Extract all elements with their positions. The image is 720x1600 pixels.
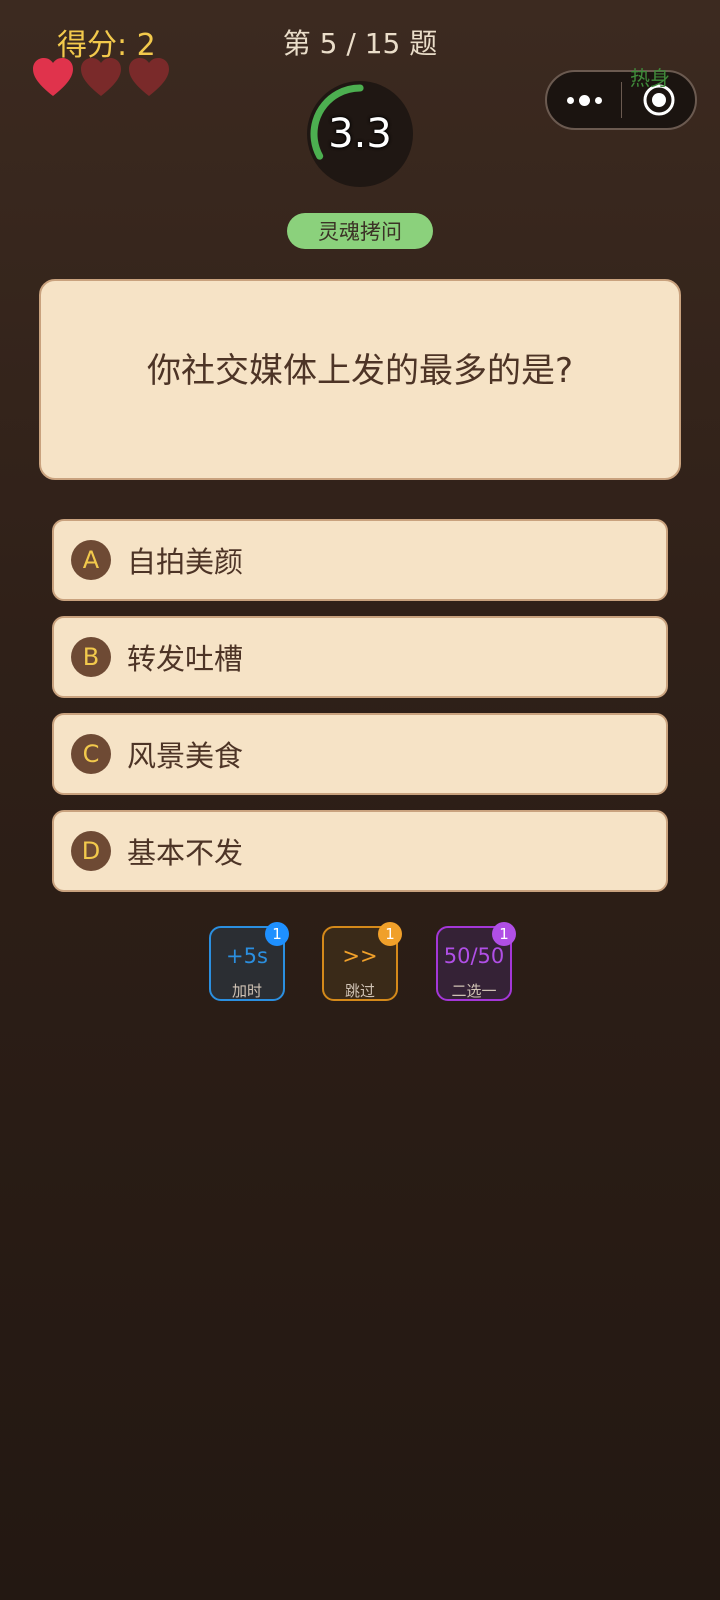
option-letter: C: [71, 734, 111, 774]
option-letter: A: [71, 540, 111, 580]
option-letter: B: [71, 637, 111, 677]
powerup-add-time-button[interactable]: +5s 加时 1: [209, 922, 289, 1001]
powerup-main: +5s: [226, 944, 268, 968]
powerup-count-badge: 1: [378, 922, 402, 946]
category-badge: 灵魂拷问: [287, 213, 433, 249]
heart-icon: [127, 56, 171, 98]
option-letter: D: [71, 831, 111, 871]
option-d[interactable]: D 基本不发: [52, 810, 668, 892]
more-dots-icon: [566, 96, 574, 104]
powerups-bar: +5s 加时 1 >> 跳过 1 50/50 二选一 1: [0, 922, 720, 1006]
question-card: 你社交媒体上发的最多的是?: [39, 279, 681, 480]
lives-hearts: [31, 56, 171, 98]
answer-options: A 自拍美颜 B 转发吐槽 C 风景美食 D 基本不发: [52, 519, 668, 907]
question-progress: 第 5 / 15 题: [282, 27, 438, 60]
heart-icon: [79, 56, 123, 98]
powerup-sub: 跳过: [344, 982, 375, 1000]
option-label: 风景美食: [127, 739, 244, 773]
powerup-count-badge: 1: [265, 922, 289, 946]
countdown-timer: 3.3: [305, 79, 415, 189]
miniprogram-capsule: [545, 70, 697, 130]
powerup-sub: 加时: [231, 982, 262, 1000]
mode-tag: 热身: [630, 66, 670, 90]
powerup-fifty-fifty-button[interactable]: 50/50 二选一 1: [436, 922, 516, 1001]
more-menu-button[interactable]: [547, 72, 621, 128]
powerup-main: >>: [342, 944, 378, 968]
heart-icon: [31, 56, 75, 98]
option-c[interactable]: C 风景美食: [52, 713, 668, 795]
powerup-sub: 二选一: [451, 982, 497, 1000]
option-a[interactable]: A 自拍美颜: [52, 519, 668, 601]
question-text: 你社交媒体上发的最多的是?: [146, 351, 574, 391]
powerup-main: 50/50: [443, 944, 505, 968]
powerup-count-badge: 1: [492, 922, 516, 946]
option-label: 转发吐槽: [127, 642, 244, 676]
timer-value: 3.3: [328, 111, 392, 157]
option-label: 自拍美颜: [127, 545, 244, 579]
powerup-skip-button[interactable]: >> 跳过 1: [322, 922, 402, 1001]
option-b[interactable]: B 转发吐槽: [52, 616, 668, 698]
option-label: 基本不发: [127, 836, 244, 870]
